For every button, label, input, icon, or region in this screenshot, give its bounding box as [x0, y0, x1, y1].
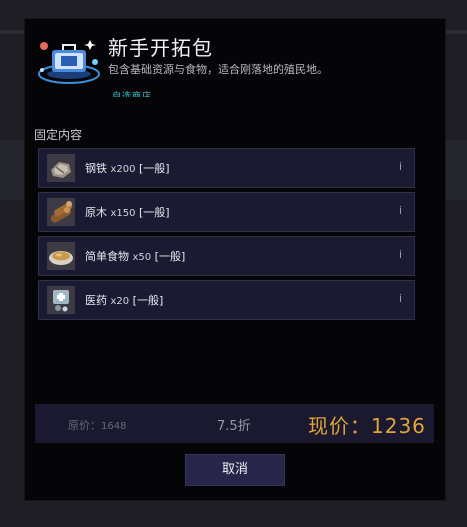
item-label: 医药 x20 [一般] — [85, 292, 163, 308]
item-name: 医药 — [85, 294, 107, 307]
content-item-medicine[interactable]: 医药 x20 [一般] i — [38, 280, 415, 320]
fixed-contents-heading: 固定内容 — [34, 128, 83, 142]
item-name: 简单食物 — [85, 250, 129, 263]
item-quantity: x200 — [110, 164, 136, 175]
pack-title: 新手开拓包 — [108, 36, 213, 60]
item-grade: [一般] — [139, 162, 170, 175]
content-item-simple-meal[interactable]: 简单食物 x50 [一般] i — [38, 236, 415, 276]
original-price-label: 原价： — [68, 419, 101, 432]
item-grade: [一般] — [139, 206, 170, 219]
medicine-icon — [47, 286, 75, 314]
content-item-steel[interactable]: 钢铁 x200 [一般] i — [38, 148, 415, 188]
cancel-button[interactable]: 取消 — [185, 454, 285, 486]
pack-hero-icon — [38, 40, 100, 84]
fixed-contents-list: 钢铁 x200 [一般] i 原木 x150 [一般] i 简单食物 x50 [… — [38, 148, 415, 324]
item-quantity: x50 — [132, 252, 152, 263]
item-label: 原木 x150 [一般] — [85, 204, 170, 220]
item-quantity: x20 — [110, 296, 130, 307]
price-bar: 原价：1648 7.5折 现价：1236 — [35, 404, 434, 443]
wood-log-icon — [47, 198, 75, 226]
current-price-value: 1236 — [371, 414, 426, 438]
item-name: 原木 — [85, 206, 107, 219]
pack-tagline: 自选商店 — [112, 92, 153, 97]
info-icon[interactable]: i — [399, 204, 402, 217]
item-grade: [一般] — [132, 294, 164, 307]
discount-badge: 7.5折 — [217, 419, 251, 434]
original-price: 原价：1648 — [68, 417, 126, 433]
item-quantity: x150 — [110, 208, 136, 219]
content-item-wood[interactable]: 原木 x150 [一般] i — [38, 192, 415, 232]
item-label: 钢铁 x200 [一般] — [85, 160, 170, 176]
info-icon[interactable]: i — [399, 292, 402, 305]
background-panel — [446, 140, 467, 200]
original-price-value: 1648 — [101, 421, 127, 432]
pack-description: 包含基础资源与食物，适合刚落地的殖民地。 — [108, 63, 328, 76]
item-grade: [一般] — [154, 250, 186, 263]
item-name: 钢铁 — [85, 162, 107, 175]
steel-icon — [47, 154, 75, 182]
background-bar — [446, 30, 467, 34]
info-icon[interactable]: i — [399, 248, 402, 261]
current-price-label: 现价： — [308, 414, 371, 438]
info-icon[interactable]: i — [399, 160, 402, 173]
background-bar — [0, 30, 24, 34]
simple-meal-icon — [47, 242, 75, 270]
current-price: 现价：1236 — [308, 410, 426, 439]
background-panel — [0, 140, 24, 200]
item-label: 简单食物 x50 [一般] — [85, 248, 185, 264]
